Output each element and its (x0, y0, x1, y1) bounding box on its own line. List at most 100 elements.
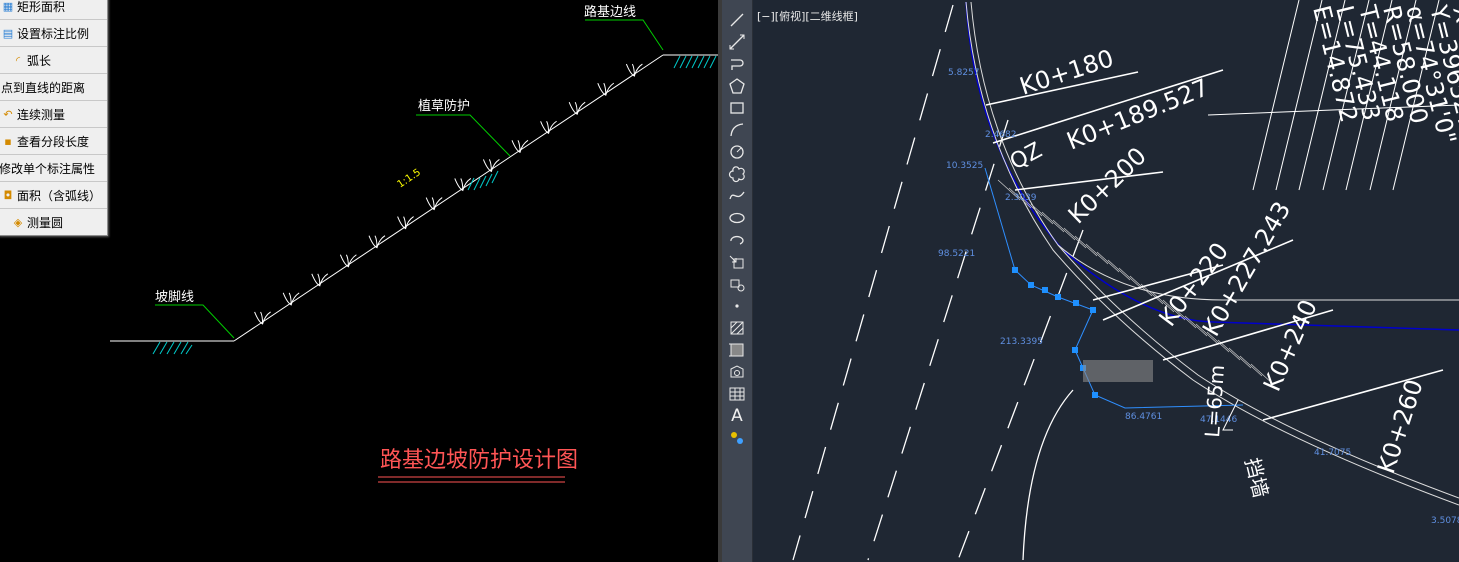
segment-length-icon: ▪ (4, 134, 12, 148)
revision-cloud-icon (728, 166, 745, 183)
measurement-text: 2.3039 (1005, 193, 1037, 203)
ground-hatch-mid (467, 170, 499, 191)
right-cad-viewport[interactable]: K0+180 K0+189.527 K0+200 K0+220 K0+227.243 K0… (753, 0, 1459, 562)
polyline-tool[interactable] (726, 54, 748, 74)
revision-cloud-tool[interactable] (726, 164, 748, 184)
leader-top (585, 19, 664, 51)
selection-grip (1028, 282, 1034, 288)
selection-grip (1092, 392, 1098, 398)
text-icon: A (731, 406, 743, 426)
arc-icon (730, 123, 744, 137)
polygon-icon (729, 78, 745, 94)
region-icon (730, 365, 744, 378)
menu-item-measure-circle[interactable]: ◈ 测量圆 (0, 209, 107, 235)
menu-item-segment-length[interactable]: ▪ 查看分段长度 (0, 128, 107, 155)
ellipse-icon (729, 212, 745, 224)
qz-label: QZ (1006, 138, 1046, 175)
station-label: K0+180 (1016, 44, 1117, 101)
spline-icon (729, 191, 745, 200)
label-slope-toe: 坡脚线 (155, 289, 194, 305)
drawing-title: 路基边坡防护设计图 (380, 448, 578, 473)
slope-ratio-label: 1:1.5 (396, 167, 423, 190)
polyline-icon (731, 59, 744, 70)
measurement-text: 98.5221 (938, 249, 975, 259)
slope-line (233, 54, 664, 342)
road-dashed-line (957, 229, 1084, 561)
selection-grip (1090, 307, 1096, 313)
polygon-tool[interactable] (726, 76, 748, 96)
line-tool[interactable] (726, 10, 748, 30)
ground-hatch-bottom (152, 341, 193, 355)
measurement-text: 5.8257 (948, 68, 980, 78)
construction-line-tool[interactable] (726, 32, 748, 52)
hatch-line (1085, 243, 1109, 265)
hatch-icon (730, 321, 744, 335)
leader-bottom (155, 304, 235, 339)
gradient-icon (729, 343, 744, 357)
menu-item-edit-annotation[interactable]: 修改单个标注属性 (0, 155, 107, 182)
spline-tool[interactable] (726, 186, 748, 206)
label-subgrade-edge: 路基边线 (584, 4, 636, 20)
menu-item-point-to-line[interactable]: 点到直线的距离 (0, 74, 107, 101)
measure-circle-icon: ◈ (13, 215, 23, 229)
point-icon (735, 304, 739, 308)
construction-line-icon (729, 34, 745, 50)
curve-element-divider (1252, 0, 1300, 191)
retaining-wall-label: 挡墙 (1240, 455, 1273, 500)
point-tool[interactable] (726, 296, 748, 316)
road-dashed-line (792, 4, 954, 561)
station-label: K0+240 (1258, 295, 1323, 395)
menu-item-arc-length[interactable]: ◜ 弧长 (0, 47, 107, 74)
insert-block-icon (729, 255, 744, 269)
measurement-text: 86.4761 (1125, 412, 1162, 422)
hatch-line (1129, 275, 1153, 297)
make-block-icon (730, 279, 745, 292)
hatch-tool[interactable] (726, 318, 748, 338)
rectangle-tool[interactable] (726, 98, 748, 118)
hatch-line (1107, 259, 1131, 281)
draw-toolbar: A (722, 0, 753, 562)
text-tool[interactable]: A (726, 406, 748, 426)
scale-icon: ▤ (2, 26, 14, 40)
add-selected-tool[interactable] (726, 428, 748, 448)
measurement-text: 213.3395 (1000, 337, 1043, 347)
retaining-wall-length: L=65m (1200, 364, 1229, 438)
left-cad-viewport[interactable]: 路基边线 植草防护 坡脚线 1:1.5 路基边坡防护设计图 ▦ 矩形面积 ▤ 设置标… (0, 0, 718, 562)
view-controls-label[interactable]: [−][俯视][二维线框] (757, 8, 858, 24)
rectangle-area-icon: ▦ (2, 0, 14, 13)
hatch-line (1052, 219, 1076, 241)
measurement-text: 41.7075 (1314, 448, 1351, 458)
ellipse-arc-icon (730, 235, 744, 245)
hatch-line (1096, 251, 1120, 273)
measurement-text: 10.3525 (946, 161, 983, 171)
selection-grip (1055, 294, 1061, 300)
continuous-measure-icon: ↶ (3, 107, 13, 121)
hatch-line (1228, 347, 1252, 369)
label-grass-protection: 植草防护 (418, 98, 470, 114)
hatch-line (1239, 355, 1263, 377)
road-alignment-drawing: K0+180K0+189.527K0+200K0+220K0+227.243K0… (792, 0, 1459, 561)
region-tool[interactable] (726, 362, 748, 382)
make-block-tool[interactable] (726, 274, 748, 294)
table-tool[interactable] (726, 384, 748, 404)
measure-tools-menu: ▦ 矩形面积 ▤ 设置标注比例 ◜ 弧长 点到直线的距离 ↶ 连续测量 ▪ 查看分段长度 … (0, 0, 108, 236)
table-icon (729, 387, 745, 401)
menu-item-set-scale[interactable]: ▤ 设置标注比例 (0, 20, 107, 47)
ellipse-tool[interactable] (726, 208, 748, 228)
menu-item-area-with-arc[interactable]: ◘ 面积（含弧线） (0, 182, 107, 209)
station-label: K0+200 (1063, 142, 1152, 229)
gradient-tool[interactable] (726, 340, 748, 360)
circle-tool[interactable] (726, 142, 748, 162)
arc-tool[interactable] (726, 120, 748, 140)
menu-item-rectangle-area[interactable]: ▦ 矩形面积 (0, 0, 107, 20)
insert-block-tool[interactable] (726, 252, 748, 272)
ground-hatch-top (673, 55, 717, 69)
arc-length-icon: ◜ (15, 53, 21, 67)
menu-item-continuous-measure[interactable]: ↶ 连续测量 (0, 101, 107, 128)
leader-mid (416, 114, 511, 157)
ellipse-arc-tool[interactable] (726, 230, 748, 250)
hatch-line (1074, 235, 1098, 257)
add-selected-icon (731, 432, 743, 444)
road-edge-curve (1022, 389, 1074, 561)
hatch-line (1118, 267, 1142, 289)
